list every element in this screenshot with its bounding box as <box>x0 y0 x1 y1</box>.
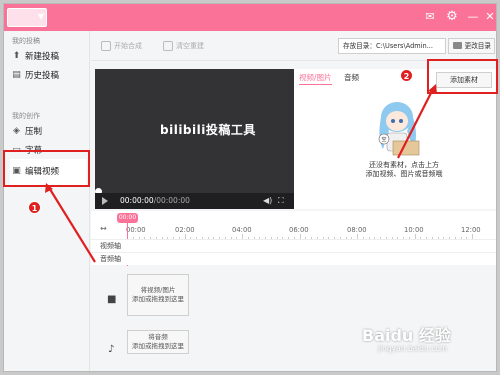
annotation-arrows <box>45 84 437 263</box>
arrowhead-2 <box>428 84 437 94</box>
watermark-baidu: Baidu 经验 <box>362 326 451 345</box>
annotation-arrow-2 <box>397 88 434 159</box>
annotation-arrow-1 <box>47 185 96 263</box>
step-badge-1: 1 <box>28 201 41 214</box>
watermark-url: jingyan.baidu.com <box>378 344 448 353</box>
step-badge-2: 2 <box>400 69 413 82</box>
